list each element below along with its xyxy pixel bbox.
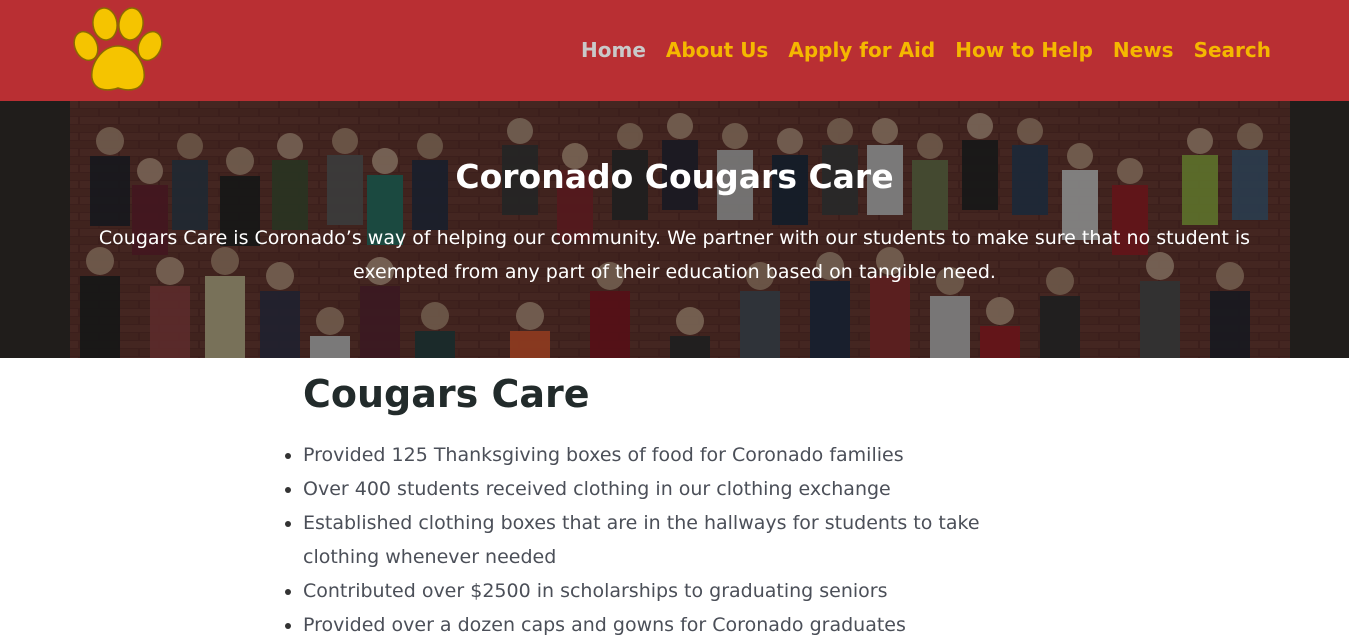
list-item: Contributed over $2500 in scholarships t…: [303, 574, 1013, 608]
nav-how-to-help[interactable]: How to Help: [955, 36, 1093, 64]
nav-home[interactable]: Home: [581, 36, 646, 64]
main-nav: Home About Us Apply for Aid How to Help …: [561, 36, 1271, 64]
hero-title: Coronado Cougars Care: [455, 157, 894, 196]
list-item: Established clothing boxes that are in t…: [303, 506, 1013, 574]
paw-icon[interactable]: [72, 6, 164, 94]
accomplishment-list: Provided 125 Thanksgiving boxes of food …: [283, 438, 1043, 642]
nav-news[interactable]: News: [1113, 36, 1174, 64]
list-item: Provided over a dozen caps and gowns for…: [303, 608, 1013, 642]
hero-banner: Coronado Cougars Care Cougars Care is Co…: [0, 101, 1349, 358]
list-item: Over 400 students received clothing in o…: [303, 472, 1013, 506]
main-content: Cougars Care Provided 125 Thanksgiving b…: [283, 358, 1043, 642]
hero-text: Cougars Care is Coronado’s way of helpin…: [98, 227, 1251, 283]
nav-apply-for-aid[interactable]: Apply for Aid: [788, 36, 935, 64]
list-item: Provided 125 Thanksgiving boxes of food …: [303, 438, 1013, 472]
nav-about-us[interactable]: About Us: [666, 36, 768, 64]
nav-search[interactable]: Search: [1194, 36, 1271, 64]
section-title: Cougars Care: [303, 372, 590, 416]
site-header: Home About Us Apply for Aid How to Help …: [0, 0, 1349, 101]
